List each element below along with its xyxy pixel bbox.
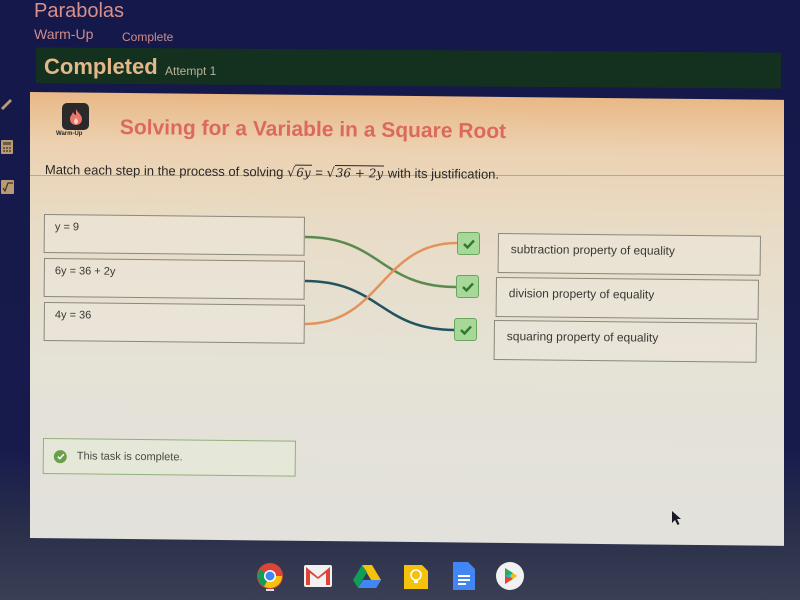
play-store-icon[interactable]	[496, 562, 524, 590]
activity-type-label: Warm-Up	[34, 26, 94, 42]
match-check-3	[454, 318, 477, 341]
formula-icon[interactable]	[0, 180, 14, 194]
equation-equals: =	[311, 164, 327, 180]
right-item-label: squaring property of equality	[506, 329, 659, 345]
keep-icon[interactable]	[402, 562, 430, 590]
checkmark-icon	[459, 325, 472, 335]
completed-heading: Completed	[44, 54, 158, 79]
calculator-icon[interactable]	[0, 140, 14, 154]
right-item-justification-2[interactable]: division property of equality	[495, 277, 759, 320]
activity-status-label: Complete	[122, 30, 174, 44]
left-item-step-2[interactable]: 6y = 36 + 2y	[43, 258, 305, 300]
pencil-icon[interactable]	[0, 97, 14, 111]
active-app-indicator	[266, 589, 274, 591]
task-status-box: This task is complete.	[42, 438, 296, 477]
mouse-cursor-icon	[671, 510, 683, 531]
right-item-label: division property of equality	[508, 286, 655, 302]
left-item-label: 4y = 36	[54, 309, 92, 322]
attempt-label: Attempt 1	[165, 64, 217, 78]
right-item-label: subtraction property of equality	[510, 242, 675, 258]
left-item-step-1[interactable]: y = 9	[43, 214, 305, 256]
instruction-prefix: Match each step in the process of solvin…	[44, 162, 288, 180]
right-item-justification-1[interactable]: subtraction property of equality	[497, 233, 761, 276]
drive-icon[interactable]	[353, 562, 381, 590]
gmail-icon[interactable]	[304, 562, 332, 590]
check-circle-icon	[53, 449, 67, 463]
task-status-message: This task is complete.	[76, 450, 183, 464]
chrome-icon[interactable]	[256, 562, 284, 590]
checkmark-icon	[462, 239, 475, 249]
course-title: Parabolas	[34, 0, 125, 22]
lesson-title: Solving for a Variable in a Square Root	[119, 116, 507, 144]
match-check-1	[457, 232, 480, 255]
docs-icon[interactable]	[450, 562, 478, 590]
os-shelf	[0, 548, 800, 600]
left-item-label: 6y = 36 + 2y	[54, 265, 116, 278]
flame-icon	[62, 103, 89, 130]
equation-right: √36 + 2y	[326, 165, 385, 182]
checkmark-icon	[461, 282, 474, 292]
left-item-step-3[interactable]: 4y = 36	[43, 302, 305, 344]
warmup-icon-label: Warm-Up	[56, 131, 83, 137]
equation-left: √6y	[286, 164, 312, 181]
left-item-label: y = 9	[54, 221, 80, 234]
match-check-2	[456, 275, 479, 298]
instruction-suffix: with its justification.	[384, 165, 500, 182]
right-item-justification-3[interactable]: squaring property of equality	[493, 320, 757, 363]
